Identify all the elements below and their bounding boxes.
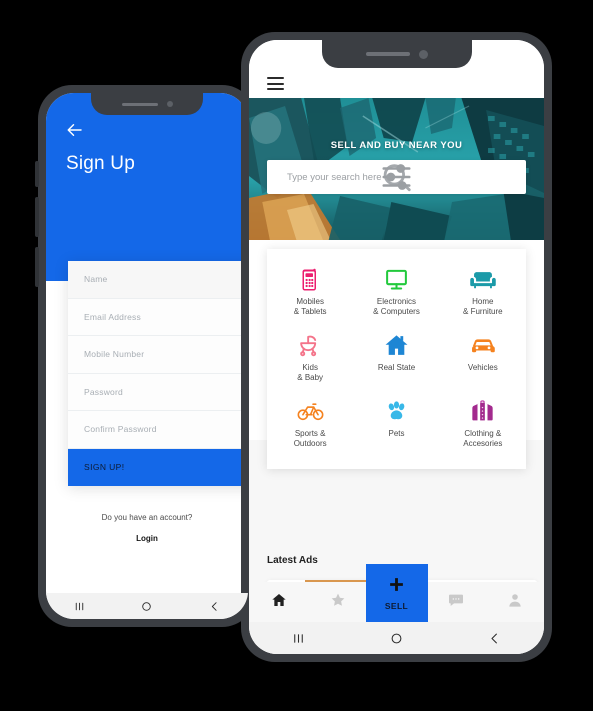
login-link[interactable]: Login <box>46 534 248 543</box>
category-pets[interactable]: Pets <box>353 391 439 457</box>
power-button-left[interactable] <box>35 247 39 287</box>
front-camera <box>166 101 173 107</box>
category-label: Kids & Baby <box>297 363 324 382</box>
category-label: Real State <box>377 363 416 372</box>
plus-icon <box>388 576 405 598</box>
phone-device-home: SELL AND BUY NEAR YOU Type your search h… <box>241 32 552 662</box>
category-label: Clothing & Accesories <box>463 429 503 448</box>
page-title: Sign Up <box>66 153 135 174</box>
category-label: Mobiles & Tablets <box>293 297 327 316</box>
sell-button[interactable]: SELL <box>365 564 428 622</box>
monitor-icon <box>384 265 409 292</box>
hamburger-menu-icon[interactable] <box>267 77 284 90</box>
category-label: Home & Furniture <box>463 297 503 316</box>
password-field[interactable]: Password <box>68 373 248 411</box>
volume-up-button-left[interactable] <box>35 161 39 187</box>
category-label: Pets <box>388 429 405 438</box>
android-navbar-right <box>249 622 544 654</box>
category-row-2: Kids & Baby Real State Vehicles <box>267 325 526 391</box>
front-camera <box>418 49 428 59</box>
home-circle-icon[interactable] <box>140 600 153 613</box>
recents-icon[interactable] <box>73 600 86 613</box>
back-arrow-icon[interactable] <box>66 121 84 139</box>
signup-form: Name Email Address Mobile Number Passwor… <box>68 261 248 486</box>
volume-down-button-left[interactable] <box>35 197 39 237</box>
search-bar[interactable]: Type your search here <box>267 160 526 194</box>
star-icon <box>330 592 346 613</box>
back-chevron-icon[interactable] <box>208 600 221 613</box>
category-row-3: Sports & Outdoors Pets Clothing & Acceso… <box>267 391 526 457</box>
person-icon <box>507 592 523 613</box>
android-navbar-left <box>46 593 248 619</box>
confirm-password-field[interactable]: Confirm Password <box>68 411 248 449</box>
signup-submit-button[interactable]: SIGN UP! <box>68 448 248 486</box>
banner-title: SELL AND BUY NEAR YOU <box>330 140 463 151</box>
back-chevron-icon[interactable] <box>487 631 502 646</box>
nav-profile[interactable] <box>485 592 544 613</box>
category-home-furniture[interactable]: Home & Furniture <box>440 259 526 325</box>
category-electronics-computers[interactable]: Electronics & Computers <box>353 259 439 325</box>
category-kids-baby[interactable]: Kids & Baby <box>267 325 353 391</box>
have-account-text: Do you have an account? <box>101 513 193 522</box>
category-mobiles-tablets[interactable]: Mobiles & Tablets <box>267 259 353 325</box>
category-label: Vehicles <box>467 363 498 372</box>
home-icon <box>271 592 287 613</box>
house-icon <box>384 331 409 358</box>
jacket-icon <box>470 397 495 424</box>
category-grid: Mobiles & Tablets Electronics & Computer… <box>267 249 526 469</box>
phone-notch-left <box>91 93 203 115</box>
phone-screen-signup: Sign Up Name Email Address Mobile Number… <box>46 93 248 619</box>
speaker-grille <box>365 52 410 56</box>
phone-device-signup: Sign Up Name Email Address Mobile Number… <box>35 85 259 627</box>
category-label: Sports & Outdoors <box>293 429 327 448</box>
category-label: Electronics & Computers <box>373 297 420 316</box>
category-sports-outdoors[interactable]: Sports & Outdoors <box>267 391 353 457</box>
phone-notch-right <box>321 40 472 68</box>
nav-home[interactable] <box>249 592 308 613</box>
mobile-number-field[interactable]: Mobile Number <box>68 336 248 374</box>
email-field[interactable]: Email Address <box>68 298 248 336</box>
category-vehicles[interactable]: Vehicles <box>440 325 526 391</box>
home-circle-icon[interactable] <box>389 631 404 646</box>
paw-icon <box>384 397 409 424</box>
chat-bubble-icon <box>448 592 464 613</box>
speaker-grille <box>121 102 158 106</box>
nav-chat[interactable] <box>426 592 485 613</box>
category-real-state[interactable]: Real State <box>353 325 439 391</box>
bicycle-icon <box>297 397 324 424</box>
name-field[interactable]: Name <box>68 261 248 299</box>
screenshot-stage: Sign Up Name Email Address Mobile Number… <box>0 0 593 711</box>
nav-favorites[interactable] <box>308 592 367 613</box>
sofa-icon <box>470 265 496 292</box>
recents-icon[interactable] <box>291 631 306 646</box>
category-row-1: Mobiles & Tablets Electronics & Computer… <box>267 259 526 325</box>
phone-screen-home: SELL AND BUY NEAR YOU Type your search h… <box>249 40 544 654</box>
mobile-phone-icon <box>298 265 322 292</box>
hero-banner: SELL AND BUY NEAR YOU Type your search h… <box>249 98 544 240</box>
latest-ads-title: Latest Ads <box>267 555 318 566</box>
car-icon <box>470 331 496 358</box>
category-clothing-accesories[interactable]: Clothing & Accesories <box>440 391 526 457</box>
stroller-icon <box>298 331 323 358</box>
sell-button-label: SELL <box>384 600 409 611</box>
signup-header: Sign Up <box>46 93 248 281</box>
